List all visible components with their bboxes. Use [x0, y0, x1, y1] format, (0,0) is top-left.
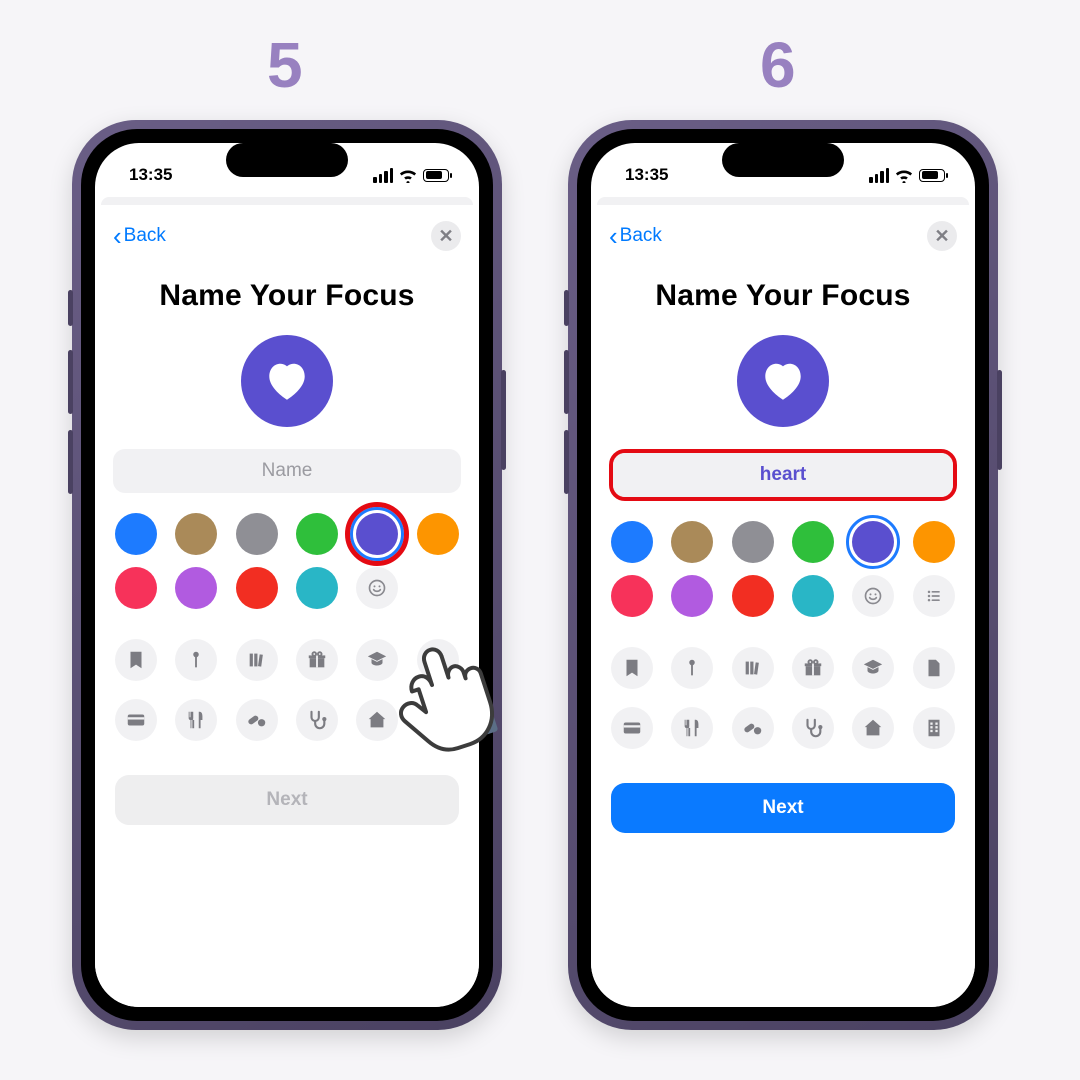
- glyph-picker: [113, 639, 461, 741]
- close-icon: ✕: [438, 226, 453, 247]
- phone-step-6: 13:35 ‹ Back: [568, 120, 998, 1030]
- close-icon: ✕: [934, 226, 949, 247]
- glyph-document[interactable]: [913, 647, 955, 689]
- glyph-document[interactable]: [417, 639, 459, 681]
- back-label: Back: [124, 225, 166, 247]
- glyph-graduation[interactable]: [356, 639, 398, 681]
- close-button[interactable]: ✕: [927, 221, 957, 251]
- glyph-house[interactable]: [852, 707, 894, 749]
- color-gray[interactable]: [236, 513, 278, 555]
- color-gray[interactable]: [732, 521, 774, 563]
- glyph-fork-knife[interactable]: [671, 707, 713, 749]
- glyph-building[interactable]: [417, 699, 459, 741]
- focus-name-input[interactable]: Name: [113, 449, 461, 493]
- highlight-name-field: heart: [609, 449, 957, 501]
- color-red[interactable]: [236, 567, 278, 609]
- glyph-card[interactable]: [611, 707, 653, 749]
- chevron-left-icon: ‹: [609, 223, 618, 249]
- color-teal[interactable]: [792, 575, 834, 617]
- color-blue[interactable]: [115, 513, 157, 555]
- glyph-picker: [609, 647, 957, 749]
- color-orange[interactable]: [913, 521, 955, 563]
- next-button[interactable]: Next: [115, 775, 459, 825]
- glyph-stethoscope[interactable]: [792, 707, 834, 749]
- color-brown[interactable]: [671, 521, 713, 563]
- color-green[interactable]: [792, 521, 834, 563]
- color-pink[interactable]: [115, 567, 157, 609]
- color-green[interactable]: [296, 513, 338, 555]
- cellular-icon: [373, 168, 393, 183]
- color-purple[interactable]: [175, 567, 217, 609]
- color-pink[interactable]: [611, 575, 653, 617]
- color-red[interactable]: [732, 575, 774, 617]
- glyph-pin[interactable]: [175, 639, 217, 681]
- glyph-bookmark[interactable]: [611, 647, 653, 689]
- glyph-books[interactable]: [732, 647, 774, 689]
- color-teal[interactable]: [296, 567, 338, 609]
- color-blue[interactable]: [611, 521, 653, 563]
- heart-icon: [262, 356, 312, 406]
- glyph-fork-knife[interactable]: [175, 699, 217, 741]
- glyph-pills[interactable]: [732, 707, 774, 749]
- dynamic-island: [722, 143, 844, 177]
- status-time: 13:35: [625, 165, 668, 185]
- glyph-gift[interactable]: [792, 647, 834, 689]
- back-button[interactable]: ‹ Back: [609, 223, 662, 249]
- chevron-left-icon: ‹: [113, 223, 122, 249]
- glyph-pills[interactable]: [236, 699, 278, 741]
- glyph-graduation[interactable]: [852, 647, 894, 689]
- glyph-building[interactable]: [913, 707, 955, 749]
- focus-name-input[interactable]: heart: [613, 453, 953, 497]
- status-time: 13:35: [129, 165, 172, 185]
- glyph-books[interactable]: [236, 639, 278, 681]
- step-number-5: 5: [267, 28, 303, 102]
- heart-icon: [758, 356, 808, 406]
- color-brown[interactable]: [175, 513, 217, 555]
- dynamic-island: [226, 143, 348, 177]
- wifi-icon: [399, 168, 417, 182]
- back-button[interactable]: ‹ Back: [113, 223, 166, 249]
- page-title: Name Your Focus: [113, 279, 461, 313]
- cellular-icon: [869, 168, 889, 183]
- close-button[interactable]: ✕: [431, 221, 461, 251]
- wifi-icon: [895, 168, 913, 182]
- step-number-6: 6: [760, 28, 796, 102]
- back-label: Back: [620, 225, 662, 247]
- color-purple[interactable]: [671, 575, 713, 617]
- glyph-house[interactable]: [356, 699, 398, 741]
- focus-icon-preview: [241, 335, 333, 427]
- phone-step-5: 13:35 ‹ Back: [72, 120, 502, 1030]
- glyph-smiley[interactable]: [852, 575, 894, 617]
- glyph-pin[interactable]: [671, 647, 713, 689]
- glyph-stethoscope[interactable]: [296, 699, 338, 741]
- glyph-card[interactable]: [115, 699, 157, 741]
- glyph-list[interactable]: [913, 575, 955, 617]
- glyph-bookmark[interactable]: [115, 639, 157, 681]
- color-indigo[interactable]: [852, 521, 894, 563]
- color-picker: [609, 521, 957, 617]
- glyph-smiley[interactable]: [356, 567, 398, 609]
- color-indigo[interactable]: [356, 513, 398, 555]
- focus-icon-preview: [737, 335, 829, 427]
- glyph-gift[interactable]: [296, 639, 338, 681]
- color-orange[interactable]: [417, 513, 459, 555]
- next-button[interactable]: Next: [611, 783, 955, 833]
- battery-icon: [919, 169, 945, 182]
- battery-icon: [423, 169, 449, 182]
- page-title: Name Your Focus: [609, 279, 957, 313]
- color-picker: [113, 513, 461, 609]
